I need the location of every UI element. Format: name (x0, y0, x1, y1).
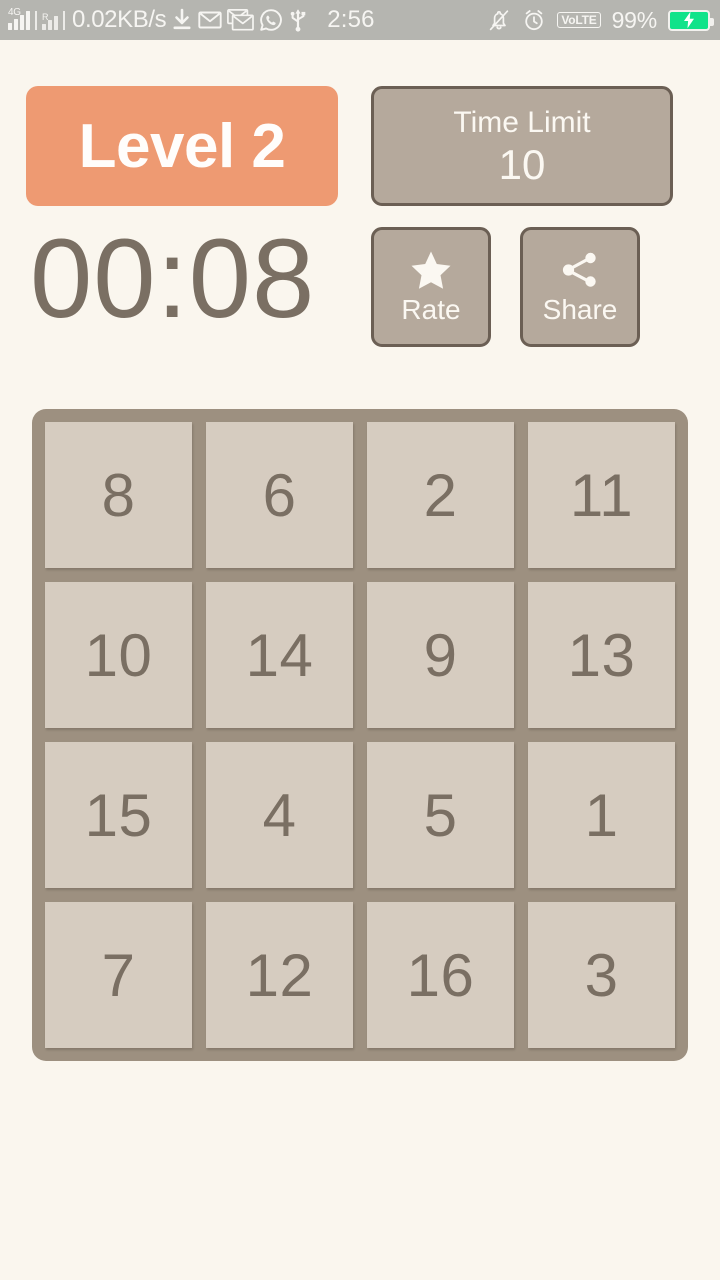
tile[interactable]: 14 (206, 582, 353, 728)
tile[interactable]: 1 (528, 742, 675, 888)
header-row-bottom: 00:08 Rate Share (26, 220, 694, 347)
tile[interactable]: 8 (45, 422, 192, 568)
board-area: 8 6 2 11 10 14 9 13 15 4 5 1 7 12 16 3 (0, 409, 720, 1061)
header-area: Level 2 Time Limit 10 00:08 Rate Share (0, 86, 720, 347)
silent-bell-icon (487, 8, 511, 32)
usb-icon (288, 8, 308, 33)
gmail-secondary-icon (227, 9, 255, 31)
tile[interactable]: 10 (45, 582, 192, 728)
action-buttons: Rate Share (371, 227, 640, 347)
alarm-clock-icon (522, 8, 546, 32)
header-row-top: Level 2 Time Limit 10 (26, 86, 694, 206)
tile[interactable]: 4 (206, 742, 353, 888)
battery-percent-label: 99% (611, 6, 658, 33)
tile[interactable]: 15 (45, 742, 192, 888)
time-limit-value: 10 (498, 140, 546, 188)
tile[interactable]: 13 (528, 582, 675, 728)
status-bar-left: 4G R 0.02KB/s 2:56 (8, 6, 375, 34)
time-limit-label: Time Limit (453, 106, 591, 140)
tile[interactable]: 2 (367, 422, 514, 568)
level-label: Level 2 (78, 111, 286, 181)
status-bar: 4G R 0.02KB/s 2:56 VoLTE 99% (0, 0, 720, 40)
network-speed-label: 0.02KB/s (72, 6, 167, 33)
tile[interactable]: 9 (367, 582, 514, 728)
time-limit-button[interactable]: Time Limit 10 (371, 86, 673, 206)
tile[interactable]: 5 (367, 742, 514, 888)
signal-4g-icon: 4G (8, 7, 30, 30)
network-type-label: 4G (8, 7, 21, 18)
status-bar-right: VoLTE 99% (487, 6, 714, 34)
download-icon (171, 8, 193, 32)
share-button[interactable]: Share (520, 227, 640, 347)
share-label: Share (542, 294, 618, 325)
rate-label: Rate (401, 294, 461, 325)
timer-display: 00:08 (30, 216, 316, 341)
star-icon (410, 250, 452, 290)
number-grid: 8 6 2 11 10 14 9 13 15 4 5 1 7 12 16 3 (32, 409, 688, 1061)
tile[interactable]: 6 (206, 422, 353, 568)
share-nodes-icon (559, 250, 601, 290)
status-bar-clock: 2:56 (327, 6, 375, 33)
tile[interactable]: 7 (45, 902, 192, 1048)
tile[interactable]: 11 (528, 422, 675, 568)
volte-badge: VoLTE (557, 11, 601, 29)
tile[interactable]: 3 (528, 902, 675, 1048)
rate-button[interactable]: Rate (371, 227, 491, 347)
tile[interactable]: 12 (206, 902, 353, 1048)
level-badge: Level 2 (26, 86, 338, 206)
status-divider-2 (63, 10, 65, 30)
tile[interactable]: 16 (367, 902, 514, 1048)
signal-secondary-icon: R (42, 10, 58, 30)
status-divider (35, 10, 37, 30)
gmail-icon (198, 10, 222, 30)
whatsapp-icon (259, 8, 283, 32)
battery-charging-icon (668, 9, 714, 31)
